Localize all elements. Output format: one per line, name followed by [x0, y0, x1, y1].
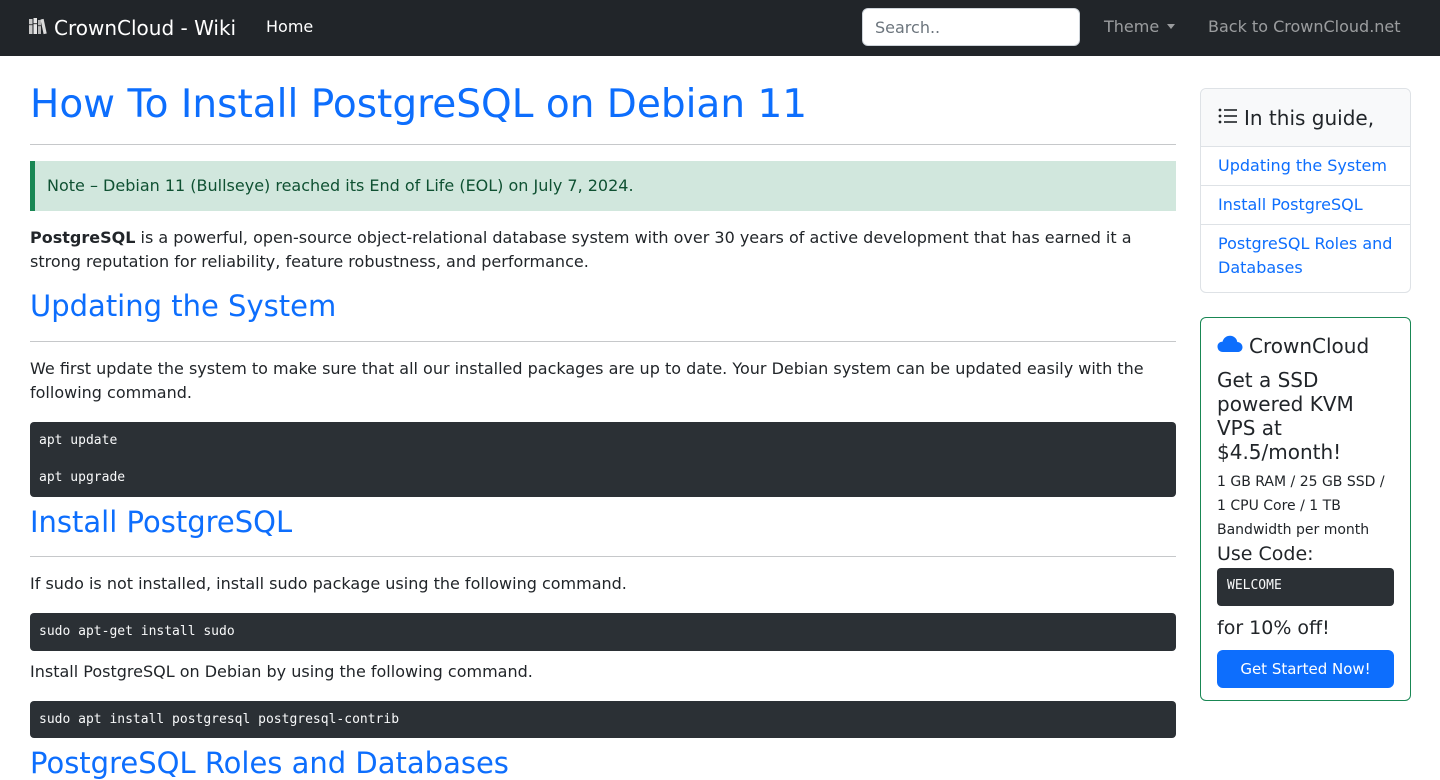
top-navbar: CrownCloud - Wiki Home Theme Back to Cro… [0, 0, 1440, 56]
section-heading-roles: PostgreSQL Roles and Databases [30, 746, 509, 780]
theme-label: Theme [1104, 17, 1160, 36]
promo-code[interactable]: WELCOME [1217, 568, 1394, 606]
cloud-icon [1217, 334, 1243, 358]
section-text-install: Install PostgreSQL on Debian by using th… [30, 662, 533, 681]
chevron-down-icon [1167, 24, 1176, 29]
promo-header: CrownCloud [1217, 332, 1394, 360]
page-title: How To Install PostgreSQL on Debian 11 [30, 82, 808, 127]
brand-text: CrownCloud - Wiki [54, 16, 237, 40]
intro-text: is a powerful, open-source object-relati… [30, 228, 1132, 271]
code-block-install[interactable]: sudo apt install postgresql postgresql-c… [30, 701, 1176, 738]
promo-specs: 1 GB RAM / 25 GB SSD / 1 CPU Core / 1 TB… [1217, 474, 1385, 538]
toc-title: In this guide, [1244, 105, 1375, 130]
divider [30, 341, 1176, 342]
code-block-update[interactable]: apt update apt upgrade [30, 422, 1176, 497]
search-input[interactable] [862, 8, 1080, 46]
intro-paragraph: PostgreSQL is a powerful, open-source ob… [30, 226, 1176, 274]
intro-bold: PostgreSQL [30, 228, 136, 247]
nav-home-link[interactable]: Home [266, 17, 313, 36]
promo-card: CrownCloud Get a SSD powered KVM VPS at … [1200, 317, 1411, 701]
theme-dropdown[interactable]: Theme [1104, 17, 1176, 36]
toc-card: In this guide, Updating the System Insta… [1200, 88, 1411, 293]
list-icon [1218, 106, 1238, 130]
brand-link[interactable]: CrownCloud - Wiki [28, 14, 236, 42]
promo-brand: CrownCloud [1249, 334, 1370, 358]
section-text-updating: We first update the system to make sure … [30, 359, 1144, 402]
promo-discount: for 10% off! [1217, 617, 1330, 639]
promo-offer: Get a SSD powered KVM VPS at $4.5/month! [1217, 368, 1354, 464]
get-started-button[interactable]: Get Started Now! [1217, 650, 1394, 688]
toc-item-install[interactable]: Install PostgreSQL [1201, 186, 1410, 225]
toc-item-updating[interactable]: Updating the System [1201, 147, 1410, 186]
divider [30, 556, 1176, 557]
section-heading-updating: Updating the System [30, 289, 337, 323]
back-to-site-link[interactable]: Back to CrownCloud.net [1208, 17, 1401, 36]
divider [30, 144, 1176, 145]
code-block-sudo[interactable]: sudo apt-get install sudo [30, 613, 1176, 651]
section-text-sudo: If sudo is not installed, install sudo p… [30, 574, 627, 593]
eol-note: Note – Debian 11 (Bullseye) reached its … [30, 161, 1176, 211]
promo-code-label: Use Code: [1217, 543, 1314, 565]
toc-header: In this guide, [1201, 89, 1410, 147]
toc-item-roles[interactable]: PostgreSQL Roles and Databases [1201, 225, 1410, 287]
section-heading-install: Install PostgreSQL [30, 505, 293, 539]
books-icon [28, 16, 48, 41]
